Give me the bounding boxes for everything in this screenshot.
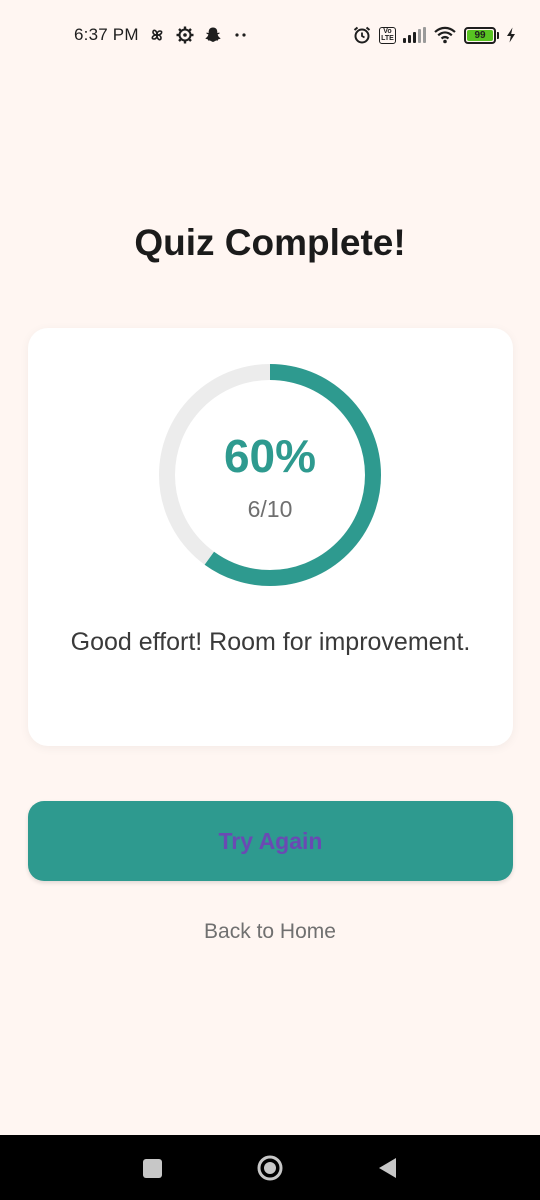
status-bar: 6:37 PM Vo LTE 99 <box>0 0 540 70</box>
battery-level: 99 <box>467 29 493 41</box>
volte-top-label: Vo <box>383 28 392 35</box>
back-icon[interactable] <box>374 1155 400 1181</box>
snapchat-icon <box>203 25 223 45</box>
feedback-message: Good effort! Room for improvement. <box>70 628 471 656</box>
battery-body: 99 <box>464 26 496 44</box>
status-right: Vo LTE 99 <box>352 25 516 45</box>
try-again-button[interactable]: Try Again <box>28 801 513 881</box>
alarm-icon <box>352 25 372 45</box>
signal-strength-icon <box>403 27 426 43</box>
wifi-icon <box>433 25 457 45</box>
charging-bolt-icon <box>506 25 516 45</box>
page-title: Quiz Complete! <box>134 222 406 263</box>
status-left: 6:37 PM <box>74 25 251 45</box>
status-time: 6:37 PM <box>74 25 139 44</box>
home-icon[interactable] <box>256 1154 284 1182</box>
battery-icon: 99 <box>464 26 499 44</box>
score-fraction: 6/10 <box>247 496 293 522</box>
result-card: 60% 6/10 Good effort! Room for improveme… <box>28 328 513 746</box>
more-dots-icon <box>231 25 251 45</box>
quiz-result-screen: 6:37 PM Vo LTE 99 Quiz Complete! 60% 6/1… <box>0 0 540 1200</box>
recent-apps-icon[interactable] <box>139 1155 165 1181</box>
back-to-home-link[interactable]: Back to Home <box>0 920 540 944</box>
pinwheel-icon <box>147 25 167 45</box>
score-ring: 60% 6/10 <box>158 363 382 587</box>
volte-bottom-label: LTE <box>381 35 394 42</box>
system-nav-bar <box>0 1135 540 1200</box>
volte-indicator: Vo LTE <box>379 26 396 44</box>
score-percent: 60% <box>223 430 317 482</box>
gear-icon <box>175 25 195 45</box>
battery-cap <box>497 31 499 39</box>
